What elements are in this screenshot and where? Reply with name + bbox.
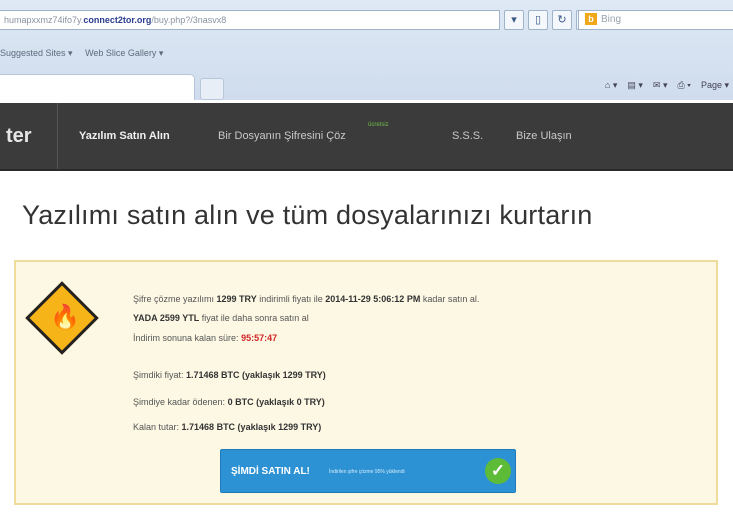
nav-buy-software[interactable]: Yazılım Satın Alın <box>79 103 170 169</box>
full-price-text: fiyat ile daha sonra satın al <box>199 313 309 323</box>
print-icon[interactable]: ⎙ ▾ <box>677 80 690 91</box>
feeds-icon[interactable]: ▤ ▾ <box>627 80 643 91</box>
address-domain: connect2tor.org <box>83 15 152 25</box>
favorites-bar: Suggested Sites ▾ Web Slice Gallery ▾ <box>0 48 173 64</box>
paid-line: Şimdiye kadar ödenen: 0 BTC (yaklaşık 0 … <box>133 397 325 407</box>
free-badge: ücretsiz <box>368 122 389 128</box>
remaining-label: Kalan tutar: <box>133 422 182 432</box>
address-suffix: /buy.php?/3nasvx8 <box>151 15 227 25</box>
deadline: 2014-11-29 5:06:12 PM <box>325 294 421 304</box>
dropdown-icon[interactable]: ▾ <box>504 10 524 30</box>
search-input[interactable]: b Bing <box>578 10 733 30</box>
offer-text: Şifre çözme yazılımı <box>133 294 217 304</box>
offer-text-mid: indirimli fiyatı ile <box>256 294 326 304</box>
browser-chrome: humapxxmz74ifo7y.connect2tor.org/buy.php… <box>0 0 733 100</box>
discount-offer-line: Şifre çözme yazılımı 1299 TRY indirimli … <box>133 294 479 304</box>
address-prefix: humapxxmz74ifo7y. <box>4 15 84 25</box>
remaining-line: Kalan tutar: 1.71468 BTC (yaklaşık 1299 … <box>133 422 321 432</box>
new-tab-button[interactable] <box>200 78 224 100</box>
favorite-web-slice-gallery[interactable]: Web Slice Gallery ▾ <box>85 48 163 58</box>
site-nav: ter Yazılım Satın Alın Bir Dosyanın Şifr… <box>0 103 733 171</box>
remaining-value: 1.71468 BTC (yaklaşık 1299 TRY) <box>181 422 322 432</box>
search-placeholder: Bing <box>601 14 622 25</box>
countdown-label: İndirim sonuna kalan süre: <box>133 333 242 343</box>
home-icon[interactable]: ⌂ ▾ <box>605 80 617 91</box>
nav-contact[interactable]: Bize Ulaşın <box>516 103 572 169</box>
discount-price: 1299 TRY <box>216 294 257 304</box>
tab-strip: ⌂ ▾ ▤ ▾ ✉ ▾ ⎙ ▾ Page ▾ <box>0 74 733 100</box>
refresh-icon[interactable]: ↻ <box>552 10 572 30</box>
buy-now-button[interactable]: ŞİMDİ SATIN AL! İndirilen şifre çözme 95… <box>220 449 516 493</box>
countdown-timer: 95:57:47 <box>241 333 278 343</box>
current-price-label: Şimdiki fiyat: <box>133 370 187 380</box>
buy-now-subtext: İndirilen şifre çözme 95% yüklendi <box>329 469 405 475</box>
nav-faq[interactable]: S.S.S. <box>452 103 483 169</box>
paid-value: 0 BTC (yaklaşık 0 TRY) <box>227 397 325 407</box>
address-bar[interactable]: humapxxmz74ifo7y.connect2tor.org/buy.php… <box>0 10 500 30</box>
countdown-line: İndirim sonuna kalan süre: 95:57:47 <box>133 333 277 343</box>
current-price-line: Şimdiki fiyat: 1.71468 BTC (yaklaşık 129… <box>133 370 326 380</box>
full-price-line: YADA 2599 YTL fiyat ile daha sonra satın… <box>133 313 309 323</box>
page-title: Yazılımı satın alın ve tüm dosyalarınızı… <box>22 200 593 230</box>
full-price: YADA 2599 YTL <box>133 313 200 323</box>
address-row: humapxxmz74ifo7y.connect2tor.org/buy.php… <box>0 0 733 38</box>
buy-now-label: ŞİMDİ SATIN AL! <box>231 466 310 477</box>
current-price-value: 1.71468 BTC (yaklaşık 1299 TRY) <box>186 370 326 380</box>
offer-text-end: kadar satın al. <box>420 294 480 304</box>
command-bar: ⌂ ▾ ▤ ▾ ✉ ▾ ⎙ ▾ Page ▾ <box>605 80 729 91</box>
checkmark-icon: ✓ <box>485 458 511 484</box>
bing-icon: b <box>585 13 597 25</box>
compat-view-icon[interactable]: ▯ <box>528 10 548 30</box>
mail-icon[interactable]: ✉ ▾ <box>653 80 668 91</box>
brand-logo[interactable]: ter <box>0 103 58 169</box>
page-menu[interactable]: Page ▾ <box>701 80 729 91</box>
tab-active[interactable] <box>0 74 195 100</box>
fire-icon: 🔥 <box>50 304 80 331</box>
favorite-suggested-sites[interactable]: Suggested Sites ▾ <box>0 48 73 58</box>
paid-label: Şimdiye kadar ödenen: <box>133 397 228 407</box>
nav-decrypt-file[interactable]: Bir Dosyanın Şifresini Çöz <box>218 103 346 169</box>
